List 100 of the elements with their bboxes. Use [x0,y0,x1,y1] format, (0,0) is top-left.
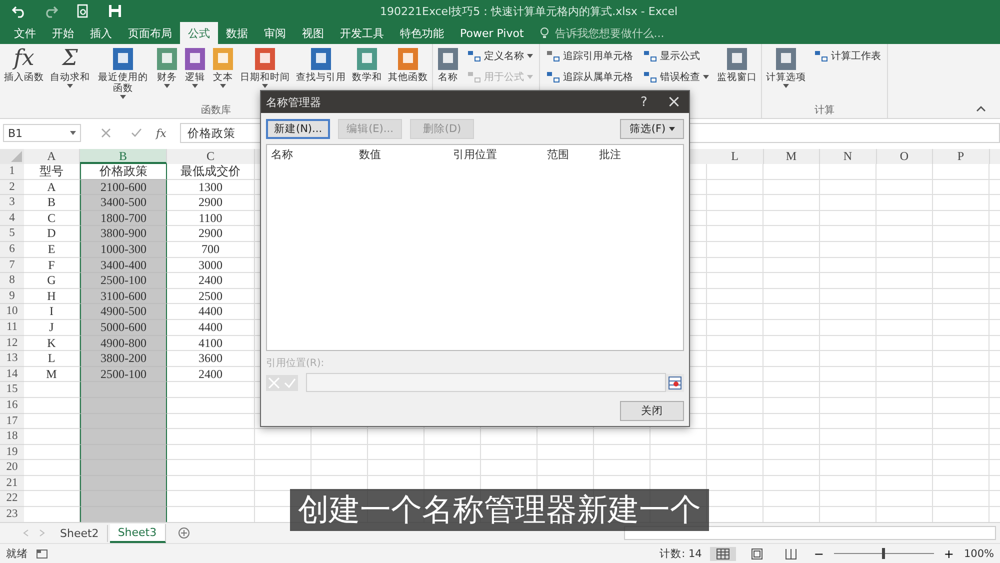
ribbon-button[interactable]: fx 插入函数 [3,46,45,102]
row-header[interactable]: 2 [0,180,24,196]
ribbon-tab[interactable]: 页面布局 [120,22,180,44]
list-column-header[interactable]: 范围 [547,147,599,162]
list-column-header[interactable]: 引用位置 [453,147,547,162]
ribbon-tab[interactable]: 开始 [44,22,82,44]
row-header[interactable]: 8 [0,273,24,289]
row-header[interactable]: 15 [0,382,24,398]
zoom-percent[interactable]: 100% [964,548,994,560]
row-header[interactable]: 12 [0,336,24,352]
redo-icon[interactable] [44,4,58,18]
list-column-header[interactable]: 名称 [271,147,359,162]
sheet-tab[interactable]: Sheet3 [110,524,166,542]
list-column-header[interactable]: 数值 [359,147,453,162]
ribbon-button[interactable]: 显示公式 [640,46,712,65]
table-cell: 2900 [167,195,255,211]
caret-icon [527,54,533,58]
row-header[interactable]: 6 [0,242,24,258]
count-text: 计数: 14 [660,546,702,560]
sheet-tab[interactable]: Sheet2 [52,524,108,542]
collapse-ribbon-icon[interactable] [976,106,986,112]
zoom-out-button[interactable]: − [812,546,826,560]
ribbon-button[interactable]: 逻辑 [183,46,207,102]
row-header[interactable]: 4 [0,210,24,226]
filter-button[interactable]: 筛选(F) [620,119,684,139]
book-icon [437,47,459,71]
ribbon-tab[interactable]: Power Pivot [452,22,532,44]
row-header[interactable]: 3 [0,195,24,211]
book-icon [112,47,134,71]
table-cell: 5000-600 [80,320,167,336]
row-header[interactable]: 14 [0,366,24,382]
column-header[interactable]: M [764,149,820,164]
ribbon-tab[interactable]: 开发工具 [332,22,392,44]
ribbon-button[interactable]: 追踪引用单元格 [543,46,636,65]
zoom-slider-thumb[interactable] [882,548,886,559]
names-list[interactable]: 名称 数值 引用位置 范围 批注 [266,144,684,351]
row-header[interactable]: 10 [0,304,24,320]
row-header[interactable]: 17 [0,414,24,430]
book-icon [397,47,419,71]
help-button[interactable]: ? [629,94,659,110]
horizontal-scrollbar[interactable] [624,526,996,540]
row-header[interactable]: 7 [0,258,24,274]
range-picker-icon[interactable] [666,374,684,392]
row-header[interactable]: 21 [0,476,24,492]
ribbon-button[interactable]: 计算工作表 [811,46,884,65]
checkmark-icon[interactable] [282,374,298,390]
normal-view-icon[interactable] [710,546,736,560]
row-header[interactable]: 18 [0,429,24,445]
ribbon-tab[interactable]: 审阅 [256,22,294,44]
row-header[interactable]: 1 [0,164,24,180]
caret-icon [668,127,675,131]
name-box[interactable]: B1 [3,124,81,142]
ribbon-button[interactable]: 定义名称 [464,46,536,65]
list-column-header[interactable]: 批注 [599,147,621,162]
row-header[interactable]: 23 [0,507,24,522]
row-header[interactable]: 20 [0,460,24,476]
close-button[interactable]: × [659,91,689,113]
table-cell: 2500-100 [80,366,167,382]
ribbon-tab[interactable]: 数据 [218,22,256,44]
ribbon-button[interactable]: 最近使用的函数 [95,46,151,102]
table-cell: 2500 [167,288,255,304]
refers-to-field[interactable] [306,373,666,392]
row-header[interactable]: 16 [0,398,24,414]
tell-me-field[interactable]: 告诉我您想要做什么... [552,26,727,40]
ribbon-tab[interactable]: 特色功能 [392,22,452,44]
formula-tool-icon [643,70,657,82]
ribbon-button[interactable]: 文本 [211,46,235,102]
dialog-button[interactable]: 新建(N)... [266,119,330,139]
ribbon-button[interactable]: Σ 自动求和 [49,46,91,102]
ribbon-tab[interactable]: 视图 [294,22,332,44]
refers-to-label: 引用位置(R): [266,356,326,370]
add-sheet-icon[interactable] [178,527,190,539]
column-header[interactable]: O [876,149,933,164]
ribbon-button[interactable]: 财务 [155,46,179,102]
ribbon-button[interactable]: 追踪从属单元格 [543,67,636,86]
column-header[interactable]: B [80,149,167,164]
row-header[interactable]: 19 [0,444,24,460]
row-header[interactable]: 11 [0,320,24,336]
ribbon-button[interactable]: 监视窗口 [716,46,758,102]
macro-record-icon[interactable] [36,548,48,558]
caret-icon [703,74,709,78]
table-cell: 3800-200 [80,351,167,367]
table-cell: 4400 [167,320,255,336]
book-icon [212,47,234,71]
row-header[interactable]: 13 [0,351,24,367]
row-header[interactable]: 22 [0,491,24,508]
row-header[interactable]: 9 [0,288,24,304]
ribbon-button[interactable]: 计算选项 [765,46,807,102]
undo-icon[interactable] [12,4,26,18]
print-preview-icon[interactable] [76,4,90,18]
insert-function-button[interactable]: fx [156,126,166,140]
ribbon-tab[interactable]: 公式 [180,22,218,44]
table-cell: 最低成交价 [167,164,255,180]
caret-icon [164,84,170,88]
ribbon-tab[interactable]: 插入 [82,22,120,44]
ribbon-tab[interactable]: 文件 [6,22,44,44]
zoom-in-button[interactable]: + [942,546,956,560]
close-dialog-button[interactable]: 关闭 [620,401,684,421]
row-header[interactable]: 5 [0,226,24,242]
ribbon-button[interactable]: 错误检查 [640,67,712,86]
